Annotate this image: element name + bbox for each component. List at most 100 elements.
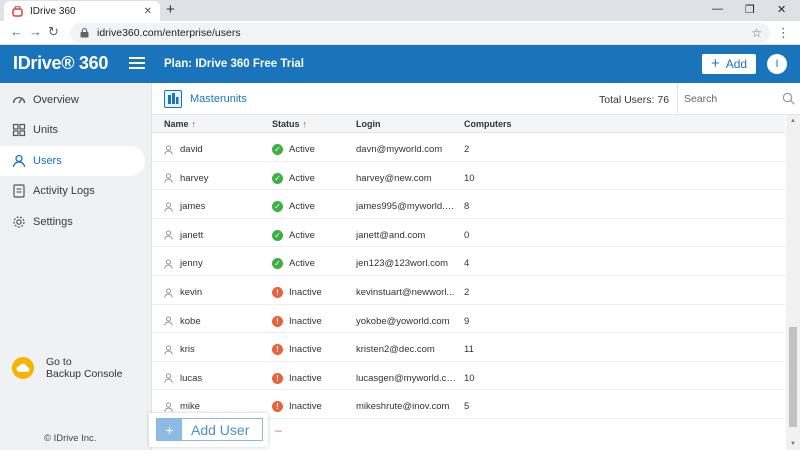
search-input[interactable] [684,91,774,107]
user-avatar[interactable]: I [767,54,787,74]
table-row[interactable]: kris! Inactive kristen2@dec.com 11 [152,333,785,362]
sidebar-item-settings[interactable]: Settings [0,207,145,237]
idrive-logo[interactable]: IDrive® 360 [13,52,108,74]
table-row[interactable]: james ✓ Active james995@myworld.c... 8 [152,190,785,219]
user-icon [164,316,173,326]
sidebar-item-units[interactable]: Units [0,115,145,145]
login-cell: james995@myworld.c... [356,201,456,213]
user-name-cell[interactable]: david [164,144,203,155]
user-name-cell[interactable]: kevin [164,287,202,298]
total-users-count: Total Users: 76 [599,94,670,106]
login-cell: harvey@new.com [356,172,432,184]
url-bar[interactable]: idrive360.com/enterprise/users ☆ [70,23,770,43]
table-row[interactable]: jenny ✓ Active jen123@123worl.com 4 [152,247,785,276]
minimize-icon[interactable]: — [712,3,723,15]
inactive-alert-icon: ! [272,344,283,356]
status-cell: ! Inactive [272,372,322,384]
table-row[interactable]: kevin! Inactive kevinstuart@newworl... 2 [152,276,785,305]
inactive-alert-icon: ! [272,315,283,327]
user-name-cell[interactable]: janett [164,230,203,241]
user-name-cell[interactable]: mike [164,401,200,412]
maximize-icon[interactable]: ❐ [745,3,755,16]
user-name: kevin [180,287,203,298]
sidebar-item-overview[interactable]: Overview [0,85,145,115]
inactive-alert-icon: ! [272,372,283,384]
user-name-cell[interactable]: jenny [164,258,203,269]
inactive-alert-icon: ! [272,401,283,413]
table-row[interactable]: lucas! Inactive lucasgen@myworld.com 10 [152,362,785,391]
plus-icon: + [157,419,182,440]
browser-menu-icon[interactable]: ⋮ [777,25,790,41]
backup-console-link[interactable]: Go to Backup Console [12,356,122,380]
column-label: Status [272,119,300,129]
computers-cell: 2 [464,287,470,298]
hamburger-menu-icon[interactable] [129,57,145,69]
status-text: Inactive [289,344,322,356]
scrollbar-thumb[interactable] [789,327,797,427]
sidebar-item-label: Settings [33,216,73,228]
table-row[interactable]: kobe! Inactive yokobe@yoworld.com 9 [152,305,785,334]
browser-tab[interactable]: IDrive 360 ✕ [4,1,160,21]
status-text: Inactive [289,287,322,298]
user-name-cell[interactable]: kris [164,344,195,355]
status-text: Active [289,258,315,270]
sidebar-item-users[interactable]: Users [0,146,145,176]
status-cell: ✓ Active [272,258,315,270]
column-header-status[interactable]: Status ↑ [272,119,307,129]
scroll-down-icon[interactable]: ▼ [790,441,796,447]
users-table-body: david ✓ Active davn@myworld.com 2 harvey ✓ Acti… [152,133,785,450]
user-name-cell[interactable]: kobe [164,316,201,327]
computers-cell: 9 [464,315,470,327]
user-name-cell[interactable]: james [164,201,205,212]
user-icon [164,202,173,212]
reload-icon[interactable]: ↻ [48,25,59,39]
user-name: james [180,201,206,213]
status-cell: ✓ Active [272,172,315,184]
status-cell: ! Inactive [272,344,322,356]
lock-icon [80,28,89,38]
login-cell: lucasgen@myworld.com [356,372,456,384]
cloud-backup-icon [12,357,34,379]
scroll-up-icon[interactable]: ▲ [790,118,796,124]
copyright-text: © IDrive Inc. [44,433,97,444]
sidebar-item-activity-logs[interactable]: Activity Logs [0,176,145,206]
user-name: mike [180,401,201,413]
browser-tab-bar: IDrive 360 ✕ + — ❐ ✕ [0,0,800,21]
vertical-scrollbar[interactable]: ▲ ▼ [786,115,800,450]
browser-address-bar: ← → ↻ idrive360.com/enterprise/users ☆ ⋮ [0,21,800,45]
computers-cell: 5 [464,401,470,413]
activity-log-icon [13,184,25,198]
table-row[interactable]: harvey ✓ Active harvey@new.com 10 [152,162,785,191]
user-name-cell[interactable]: lucas [164,373,202,384]
computers-cell: 2 [464,144,470,155]
sidebar-item-label: Overview [33,94,79,106]
table-row[interactable]: janett ✓ Active janett@and.com 0 [152,219,785,248]
masterunits-link[interactable]: Masterunits [190,93,247,105]
login-cell: jen123@123worl.com [356,258,449,270]
login-cell: kevinstuart@newworl... [356,287,455,298]
remove-user-icon[interactable]: – [275,423,282,437]
masterunits-icon[interactable] [164,90,182,108]
status-text: Inactive [289,401,322,413]
status-text: Active [289,172,315,184]
add-user-button[interactable]: + Add User [156,418,263,441]
active-check-icon: ✓ [272,172,283,184]
back-icon[interactable]: ← [10,25,23,39]
column-header-name[interactable]: Name ↑ [164,119,196,129]
user-name: david [180,144,203,155]
new-tab-button[interactable]: + [166,2,175,18]
user-icon [164,402,173,412]
user-name-cell[interactable]: harvey [164,173,209,184]
search-box [677,83,800,115]
inactive-alert-icon: ! [272,287,283,298]
forward-icon[interactable]: → [29,25,42,39]
table-row[interactable]: david ✓ Active davn@myworld.com 2 [152,133,785,162]
search-icon[interactable] [782,92,795,105]
bookmark-star-icon[interactable]: ☆ [751,26,762,40]
tab-close-icon[interactable]: ✕ [144,6,152,17]
add-button[interactable]: + Add [702,54,756,74]
user-name: jenny [180,258,203,270]
user-icon [12,154,26,168]
sort-asc-icon: ↑ [302,119,308,129]
window-close-icon[interactable]: ✕ [777,3,786,16]
